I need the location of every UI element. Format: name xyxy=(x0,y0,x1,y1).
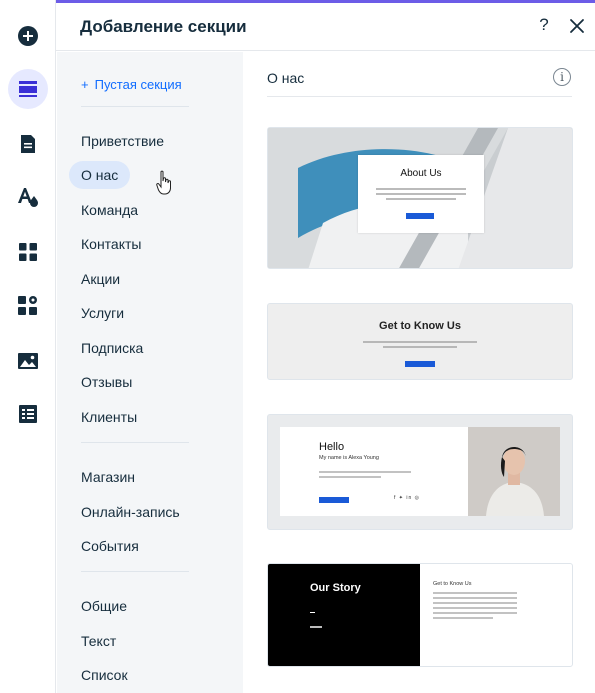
info-icon[interactable]: i xyxy=(553,68,571,86)
panel-title: Добавление секции xyxy=(80,17,247,36)
text-line xyxy=(363,341,477,343)
plus-icon: + xyxy=(81,77,89,92)
category-greeting[interactable]: Приветствие xyxy=(69,127,176,155)
thumbnail-title: Hello xyxy=(319,441,345,453)
thumbnail-button xyxy=(319,497,349,503)
divider xyxy=(81,106,189,107)
category-subscribe[interactable]: Подписка xyxy=(69,334,155,362)
add-empty-section-label: Пустая секция xyxy=(94,77,182,92)
category-text[interactable]: Текст xyxy=(69,627,128,655)
section-template-get-to-know-us[interactable]: Get to Know Us xyxy=(267,303,573,380)
text-line xyxy=(386,198,456,200)
divider xyxy=(310,612,315,613)
category-testimonials[interactable]: Отзывы xyxy=(69,368,144,396)
text-line xyxy=(310,626,322,628)
category-panel: + Пустая секция Приветствие О нас Команда… xyxy=(57,52,243,693)
category-store[interactable]: Магазин xyxy=(69,463,147,491)
apps-button[interactable] xyxy=(8,232,48,272)
category-about[interactable]: О нас xyxy=(69,161,131,189)
category-promotions[interactable]: Акции xyxy=(69,265,132,293)
text-line xyxy=(433,617,493,619)
close-button[interactable] xyxy=(566,15,588,37)
divider xyxy=(81,571,189,572)
left-toolbar xyxy=(0,0,56,693)
text-line xyxy=(319,471,411,473)
cms-button[interactable] xyxy=(8,394,48,434)
section-template-hello[interactable]: Hello My name is Alexa Young f ✦ in ◎ xyxy=(267,414,573,530)
portrait-image xyxy=(468,427,560,516)
add-empty-section-link[interactable]: + Пустая секция xyxy=(81,77,182,92)
text-line xyxy=(376,193,466,195)
thumbnail-subtitle: Get to Know Us xyxy=(433,581,472,587)
category-list[interactable]: Список xyxy=(69,661,140,689)
add-icon xyxy=(18,26,38,46)
thumbnail-subtitle: My name is Alexa Young xyxy=(319,455,379,461)
person-photo xyxy=(468,427,560,516)
media-icon xyxy=(18,353,38,369)
text-line xyxy=(376,188,466,190)
hand-cursor-icon xyxy=(156,170,171,195)
business-apps-button[interactable] xyxy=(8,286,48,326)
divider xyxy=(267,96,572,97)
text-line xyxy=(433,602,517,604)
design-icon xyxy=(18,188,38,207)
pages-button[interactable] xyxy=(8,124,48,164)
table-icon xyxy=(19,405,37,423)
story-dark-panel: Our Story xyxy=(268,564,420,666)
text-line xyxy=(433,597,517,599)
text-line xyxy=(433,612,517,614)
divider xyxy=(81,442,189,443)
category-contacts[interactable]: Контакты xyxy=(69,230,153,258)
section-template-our-story[interactable]: Our Story Get to Know Us xyxy=(267,563,573,667)
thumbnail-button xyxy=(405,361,435,367)
category-team[interactable]: Команда xyxy=(69,196,150,224)
category-bookings[interactable]: Онлайн-запись xyxy=(69,498,192,526)
category-clients[interactable]: Клиенты xyxy=(69,403,149,431)
add-elements-button[interactable] xyxy=(8,16,48,56)
plugins-icon xyxy=(18,296,37,315)
text-line xyxy=(433,607,517,609)
site-design-button[interactable] xyxy=(8,177,48,217)
sections-icon xyxy=(19,81,37,97)
text-line xyxy=(383,346,457,348)
add-section-button[interactable] xyxy=(8,69,48,109)
about-card: About Us xyxy=(358,155,484,233)
category-events[interactable]: События xyxy=(69,532,151,560)
hello-card: Hello My name is Alexa Young f ✦ in ◎ xyxy=(280,427,468,516)
apps-icon xyxy=(19,243,37,261)
thumbnail-button xyxy=(406,213,434,219)
section-category-title: О нас xyxy=(267,70,305,86)
media-button[interactable] xyxy=(8,341,48,381)
text-line xyxy=(319,476,381,478)
thumbnail-title: About Us xyxy=(400,168,442,179)
panel-header: Добавление секции ? xyxy=(56,3,595,51)
thumbnail-title: Our Story xyxy=(310,582,361,594)
section-gallery: О нас i About Us Get to Know Us Hello My… xyxy=(243,52,595,693)
section-template-about-us[interactable]: About Us xyxy=(267,127,573,269)
category-services[interactable]: Услуги xyxy=(69,299,136,327)
help-button[interactable]: ? xyxy=(534,15,554,37)
thumbnail-title: Get to Know Us xyxy=(379,320,461,332)
close-icon xyxy=(570,19,584,33)
category-general[interactable]: Общие xyxy=(69,592,139,620)
social-icons: f ✦ in ◎ xyxy=(394,495,421,501)
page-icon xyxy=(21,135,35,153)
text-line xyxy=(433,592,517,594)
